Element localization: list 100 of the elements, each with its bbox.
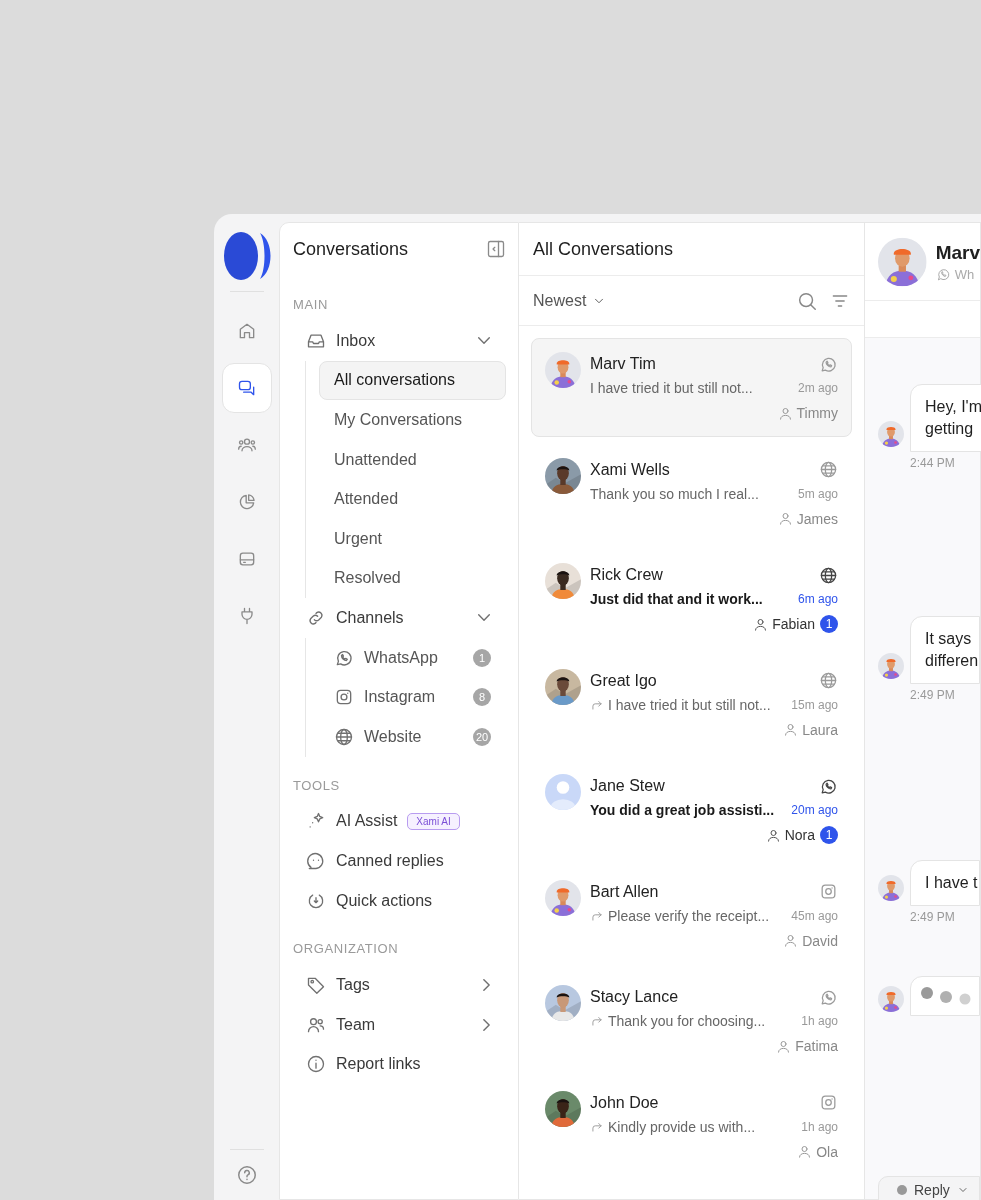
message-bubble: Hey, I'm getting bbox=[910, 384, 981, 452]
agent-name: Fatima bbox=[795, 1038, 838, 1054]
section-heading: TOOLS bbox=[293, 777, 341, 793]
unread-badge: 1 bbox=[820, 826, 838, 844]
person-icon bbox=[797, 1144, 813, 1159]
nav-label: Website bbox=[364, 727, 422, 746]
timestamp: 6m ago bbox=[797, 592, 838, 606]
nav-item[interactable]: Inbox bbox=[293, 321, 506, 361]
contact-name: Marv Tim bbox=[590, 355, 656, 373]
globe-icon bbox=[819, 565, 838, 585]
rail-button[interactable] bbox=[221, 363, 272, 413]
nav-label: Resolved bbox=[334, 569, 401, 588]
count-badge: 8 bbox=[473, 688, 491, 707]
reply-dropdown[interactable]: Reply bbox=[878, 1176, 980, 1200]
section-heading: ORGANIZATION bbox=[293, 941, 400, 957]
message-preview: Just did that and it work... bbox=[590, 591, 763, 607]
avatar-placeholder bbox=[545, 774, 581, 810]
nav-item[interactable]: Report links bbox=[293, 1044, 506, 1085]
nav-item[interactable]: Tags bbox=[293, 965, 506, 1005]
nav-item[interactable]: Team bbox=[293, 1004, 506, 1045]
agent-name: Timmy bbox=[796, 405, 838, 421]
list-title: All Conversations bbox=[533, 238, 674, 260]
message-preview: Please verify the receipt... bbox=[608, 907, 770, 924]
nav-label: My Conversations bbox=[334, 411, 463, 429]
message-bubble: I have t bbox=[910, 860, 980, 906]
nav-label: Report links bbox=[336, 1055, 421, 1074]
nav-label: Channels bbox=[336, 608, 404, 627]
agent-name: Ola bbox=[816, 1143, 838, 1160]
chat-bubbles-icon bbox=[236, 378, 257, 398]
nav-label: Tags bbox=[336, 976, 370, 995]
collapse-button[interactable] bbox=[486, 239, 506, 259]
person-icon bbox=[753, 616, 769, 632]
nav-item[interactable]: AI Assist Xami AI bbox=[293, 801, 506, 842]
conversation-item[interactable]: Xami Wells Thank you so much I real... 5m ago James bbox=[531, 443, 852, 543]
unread-badge: 1 bbox=[820, 615, 838, 633]
count-badge: 20 bbox=[473, 727, 491, 746]
conversation-item[interactable]: John Doe Kindly provide us with... 1h ago Ola bbox=[531, 1076, 852, 1176]
nav-label: Attended bbox=[334, 490, 399, 509]
agent-name: Nora bbox=[784, 827, 815, 843]
contact-name: Xami Wells bbox=[590, 460, 670, 479]
smiley-bubble-icon bbox=[306, 850, 326, 871]
chevron-down-icon bbox=[478, 337, 490, 345]
nav-label: WhatsApp bbox=[364, 648, 438, 667]
conversation-item[interactable]: Great Igo I have tried it but still not... 15m ago Laura bbox=[531, 654, 852, 754]
contact-name: Bart Allen bbox=[590, 882, 659, 901]
contact-name: John Doe bbox=[590, 1093, 659, 1112]
section-heading: MAIN bbox=[293, 297, 329, 312]
message-time: 2:49 PM bbox=[910, 910, 956, 924]
help-icon bbox=[235, 1164, 258, 1186]
nav-label: Instagram bbox=[364, 688, 436, 707]
globe-icon bbox=[334, 726, 354, 747]
contact-name: Great Igo bbox=[590, 671, 657, 690]
nav-subitem[interactable]: Attended bbox=[319, 479, 506, 519]
sort-dropdown[interactable]: Newest bbox=[533, 291, 607, 310]
conversation-item[interactable]: Rick Crew Just did that and it work... 6m ago Fabian 1 bbox=[531, 549, 852, 648]
timestamp: 5m ago bbox=[797, 486, 838, 501]
nav-subitem[interactable]: My Conversations bbox=[319, 400, 506, 440]
conversation-item[interactable]: Jane Stew You did a great job assisti... 20m ago Nora 1 bbox=[531, 760, 852, 859]
message-preview: Kindly provide us with... bbox=[608, 1118, 756, 1135]
agent-name: James bbox=[796, 510, 838, 527]
count-badge: 1 bbox=[473, 648, 491, 667]
conversation-item[interactable]: Stacy Lance Thank you for choosing... 1h ago Fatima bbox=[531, 971, 852, 1070]
timestamp: 20m ago bbox=[791, 803, 838, 817]
nav-subitem[interactable]: All conversations bbox=[319, 360, 506, 401]
nav-label: Inbox bbox=[336, 331, 376, 350]
person-icon bbox=[783, 933, 799, 948]
timestamp: 45m ago bbox=[791, 908, 838, 923]
conversation-item[interactable]: Bart Allen Please verify the receipt... 45m ago David bbox=[531, 865, 852, 965]
nav-item[interactable]: Canned replies bbox=[293, 841, 506, 881]
nav-subitem[interactable]: Resolved bbox=[319, 558, 506, 599]
nav-label: AI Assist bbox=[336, 812, 398, 831]
sidebar-toggle-icon bbox=[486, 239, 506, 259]
nav-subitem[interactable]: Unattended bbox=[319, 439, 506, 480]
contact-name: Stacy Lance bbox=[590, 988, 679, 1006]
nav-subitem[interactable]: Instagram 8 bbox=[319, 677, 506, 717]
agent-name: Fabian bbox=[772, 616, 815, 632]
message-preview: I have tried it but still not... bbox=[590, 380, 753, 396]
nav-item[interactable]: Quick actions bbox=[293, 880, 506, 921]
timestamp: 2m ago bbox=[797, 381, 838, 395]
globe-icon bbox=[819, 460, 838, 479]
conversation-item[interactable]: Marv Tim I have tried it but still not... 2m ago Timmy bbox=[531, 338, 852, 437]
person-icon bbox=[777, 405, 793, 421]
channel-label: Wh bbox=[954, 266, 975, 282]
timestamp: 15m ago bbox=[791, 697, 838, 712]
person-icon bbox=[783, 722, 799, 737]
person-icon bbox=[777, 511, 793, 526]
message-bubble: It says differen bbox=[910, 616, 980, 684]
nav-label: All conversations bbox=[334, 371, 455, 390]
nav-subitem[interactable]: WhatsApp 1 bbox=[319, 637, 506, 678]
person-icon bbox=[765, 827, 781, 843]
nav-subitem[interactable]: Urgent bbox=[319, 518, 506, 559]
contact-name: Rick Crew bbox=[590, 566, 663, 584]
message-preview: You did a great job assisti... bbox=[590, 802, 775, 818]
nav-label: Quick actions bbox=[336, 891, 433, 910]
nav-item[interactable]: Channels bbox=[293, 598, 506, 638]
message-time: 2:44 PM bbox=[910, 456, 956, 470]
nav-subitem[interactable]: Website 20 bbox=[319, 716, 506, 757]
message-time: 2:49 PM bbox=[910, 688, 956, 702]
camera-icon bbox=[819, 1093, 838, 1112]
agent-name: David bbox=[802, 932, 838, 949]
